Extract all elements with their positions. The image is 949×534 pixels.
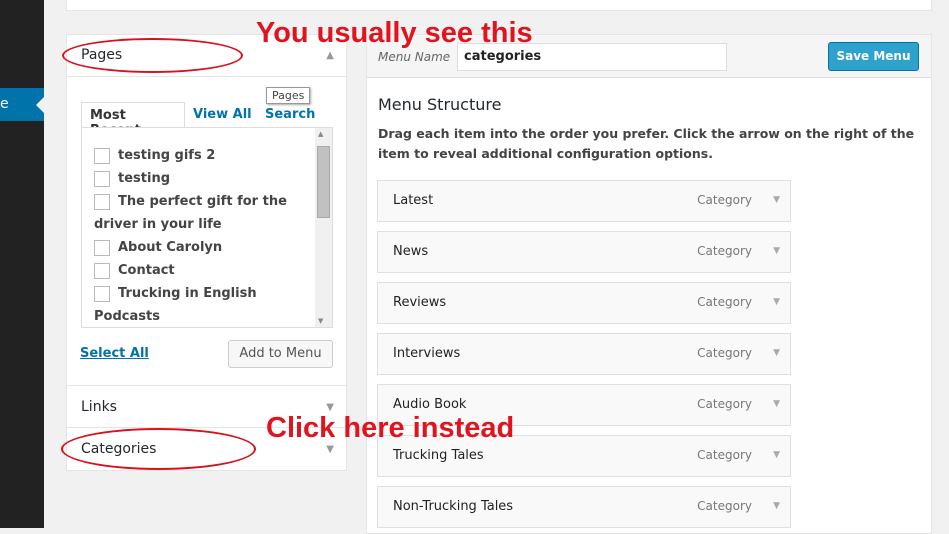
list-item[interactable]: testing gifs 2 — [94, 144, 314, 167]
links-title: Links — [81, 399, 117, 415]
tab-view-all[interactable]: View All — [193, 107, 252, 122]
list-item[interactable]: testing — [94, 167, 314, 190]
save-menu-button[interactable]: Save Menu — [828, 42, 919, 71]
collapse-arrow-icon[interactable]: ▲ — [326, 50, 334, 61]
checkbox[interactable] — [94, 193, 110, 210]
expand-arrow-icon[interactable]: ▼ — [773, 195, 780, 205]
tooltip: Pages — [266, 87, 311, 104]
list-item[interactable]: The perfect gift for the — [94, 190, 314, 213]
scrollbar-thumb[interactable] — [317, 146, 330, 218]
sidebar-item-label: e — [0, 96, 9, 112]
menu-name-label: Menu Name — [378, 50, 451, 64]
top-panel — [66, 0, 932, 11]
list-item[interactable]: Trucking in English — [94, 282, 314, 305]
menu-item[interactable]: Non-Trucking Tales Category ▼ — [377, 486, 791, 528]
list-item[interactable]: Contact — [94, 259, 314, 282]
list-item[interactable]: About Carolyn — [94, 236, 314, 259]
scrollbar[interactable]: ▲ ▼ — [315, 128, 332, 327]
list-item-continued: driver in your life — [94, 217, 222, 232]
list-item[interactable]: Podcasts — [94, 305, 314, 327]
annotation-top: You usually see this — [256, 17, 533, 49]
pages-list: testing gifs 2 testing The perfect gift … — [81, 127, 333, 328]
expand-arrow-icon[interactable]: ▼ — [326, 444, 334, 455]
expand-arrow-icon[interactable]: ▼ — [773, 246, 780, 256]
menu-item[interactable]: Interviews Category ▼ — [377, 333, 791, 375]
instructions: Drag each item into the order you prefer… — [378, 126, 915, 161]
tab-most-recent[interactable]: Most Recent — [81, 102, 185, 138]
checkbox[interactable] — [94, 147, 110, 164]
checkbox[interactable] — [94, 170, 110, 187]
menu-item[interactable]: Latest Category ▼ — [377, 180, 791, 222]
expand-arrow-icon[interactable]: ▼ — [773, 348, 780, 358]
expand-arrow-icon[interactable]: ▼ — [773, 297, 780, 307]
sidebar-item-active[interactable]: e — [0, 88, 44, 121]
admin-sidebar — [0, 0, 44, 528]
annotation-ellipse-pages — [62, 38, 243, 73]
expand-arrow-icon[interactable]: ▼ — [773, 501, 780, 511]
select-all-link[interactable]: Select All — [80, 346, 149, 361]
menu-item[interactable]: News Category ▼ — [377, 231, 791, 273]
checkbox[interactable] — [94, 262, 110, 279]
checkbox[interactable] — [94, 285, 110, 302]
add-to-menu-button[interactable]: Add to Menu — [228, 340, 333, 368]
menu-item[interactable]: Reviews Category ▼ — [377, 282, 791, 324]
expand-arrow-icon[interactable]: ▼ — [773, 399, 780, 409]
annotation-ellipse-categories — [61, 428, 256, 470]
menu-structure-title: Menu Structure — [378, 95, 502, 114]
annotation-bottom: Click here instead — [266, 412, 515, 444]
checkbox[interactable] — [94, 239, 110, 256]
tab-search[interactable]: Search — [265, 107, 315, 122]
expand-arrow-icon[interactable]: ▼ — [773, 450, 780, 460]
